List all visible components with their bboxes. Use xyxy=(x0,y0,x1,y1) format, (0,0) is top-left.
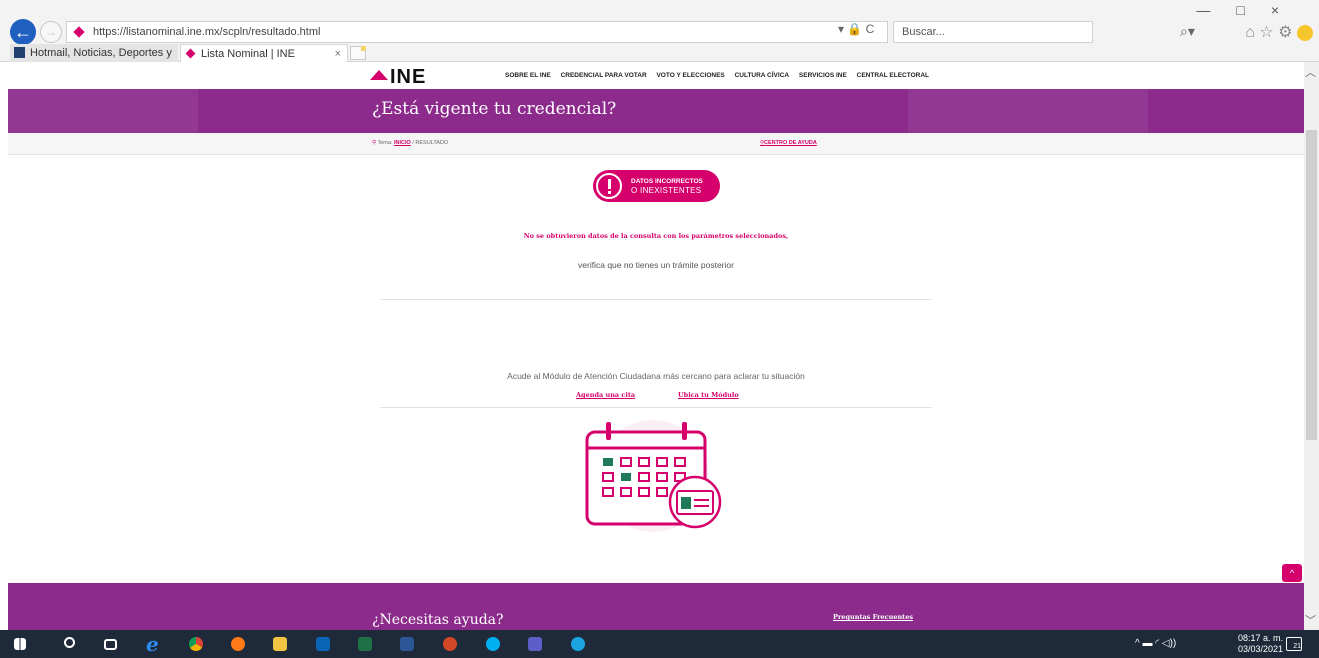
windows-start-icon[interactable] xyxy=(14,638,26,650)
tab-label: Lista Nominal | INE xyxy=(201,48,295,60)
calendar-ring xyxy=(682,422,687,440)
search-icon[interactable]: ⌕▾ xyxy=(1180,23,1195,40)
file-explorer-icon[interactable] xyxy=(273,637,287,651)
taskbar-search-icon[interactable] xyxy=(64,637,75,648)
pin-icon: ⚲ xyxy=(372,140,377,146)
footer-title: ¿Necesitas ayuda? xyxy=(372,612,504,628)
smiley-feedback-icon[interactable] xyxy=(1297,24,1313,41)
nav-credencial[interactable]: CREDENCIAL PARA VOTAR xyxy=(561,72,647,79)
error-message: No se obtuvieron datos de la consulta co… xyxy=(523,232,789,240)
word-icon[interactable] xyxy=(400,637,414,651)
breadcrumb-bar: ⚲ Tema: INICIO / RESULTADO ⚲CENTRO DE AY… xyxy=(8,133,1304,155)
address-tools[interactable]: ▾ 🔒 C xyxy=(838,22,874,36)
faq-link[interactable]: Preguntas Frecuentes xyxy=(833,613,913,621)
hero-banner: ¿Está vigente tu credencial? xyxy=(8,89,1304,133)
system-tray[interactable]: ^ ▬ ◜ ◁)) xyxy=(1135,638,1176,649)
close-tab-icon[interactable]: × xyxy=(335,45,341,63)
nav-central-electoral[interactable]: CENTRAL ELECTORAL xyxy=(857,72,929,79)
window-controls[interactable]: —□× xyxy=(1196,2,1305,18)
edge-icon[interactable] xyxy=(571,637,585,651)
status-line-1: DATOS INCORRECTOS xyxy=(631,178,703,185)
hero-decoration xyxy=(8,89,198,133)
excel-icon[interactable] xyxy=(358,637,372,651)
forward-button[interactable]: → xyxy=(40,21,62,43)
skype-icon[interactable] xyxy=(486,637,500,651)
scroll-up-arrow-icon[interactable]: ︿ xyxy=(1305,64,1316,80)
calendar-day-marked xyxy=(603,458,613,466)
verify-message: verifica que no tienes un trámite poster… xyxy=(578,260,734,270)
clock-date: 03/03/2021 xyxy=(1238,644,1284,654)
chrome-icon[interactable] xyxy=(189,637,203,651)
firefox-icon[interactable] xyxy=(231,637,245,651)
help-center-link[interactable]: ⚲CENTRO DE AYUDA xyxy=(760,140,817,146)
page-viewport: INE Instituto Nacional Electoral SOBRE E… xyxy=(0,62,1304,630)
calendar-day-marked xyxy=(621,473,631,481)
new-tab-button[interactable] xyxy=(350,46,366,60)
clock-time: 08:17 a. m. xyxy=(1238,633,1284,643)
breadcrumb-prefix: Tema: xyxy=(377,140,393,146)
main-nav: SOBRE EL INE CREDENCIAL PARA VOTAR VOTO … xyxy=(505,72,937,79)
module-message: Acude al Módulo de Atención Ciudadana má… xyxy=(507,371,805,381)
scroll-down-arrow-icon[interactable]: ﹀ xyxy=(1305,612,1316,628)
nav-voto-elecciones[interactable]: VOTO Y ELECCIONES xyxy=(656,72,724,79)
notification-center-button[interactable]: 21 xyxy=(1286,637,1302,651)
locate-module-link[interactable]: Ubica tu Módulo xyxy=(678,391,739,399)
exclamation-icon xyxy=(596,173,622,199)
toolbar-icons[interactable]: ⌂ ☆ ⚙ xyxy=(1245,22,1313,42)
divider xyxy=(380,407,932,408)
windows-taskbar: e ^ ▬ ◜ ◁)) 08:17 a. m. 03/03/2021 21 xyxy=(0,630,1319,658)
gear-icon[interactable]: ⚙ xyxy=(1278,24,1292,41)
powerpoint-icon[interactable] xyxy=(443,637,457,651)
address-url: https://listanominal.ine.mx/scpln/result… xyxy=(93,26,321,38)
teams-icon[interactable] xyxy=(528,637,542,651)
task-view-icon[interactable] xyxy=(104,639,117,650)
status-line-2: O INEXISTENTES xyxy=(631,186,702,195)
breadcrumb: ⚲ Tema: INICIO / RESULTADO xyxy=(372,140,448,146)
hero-decoration xyxy=(908,89,1148,133)
schedule-appointment-link[interactable]: Agenda una cita xyxy=(576,391,635,399)
address-bar[interactable]: https://listanominal.ine.mx/scpln/result… xyxy=(66,21,888,43)
home-icon[interactable]: ⌂ xyxy=(1245,24,1255,41)
browser-chrome: ← → https://listanominal.ine.mx/scpln/re… xyxy=(0,0,1319,77)
tab-hotmail[interactable]: Hotmail, Noticias, Deportes y ... xyxy=(10,44,178,77)
status-badge: DATOS INCORRECTOS O INEXISTENTES xyxy=(593,170,720,202)
back-button[interactable]: ← xyxy=(10,19,36,45)
calendar-ring xyxy=(606,422,611,440)
nav-servicios-ine[interactable]: SERVICIOS INE xyxy=(799,72,847,79)
breadcrumb-home-link[interactable]: INICIO xyxy=(394,140,411,146)
clock[interactable]: 08:17 a. m. 03/03/2021 xyxy=(1238,633,1283,655)
divider xyxy=(380,299,932,300)
nav-cultura-civica[interactable]: CULTURA CÍVICA xyxy=(735,72,790,79)
calendar-icon xyxy=(585,420,722,532)
scroll-to-top-button[interactable]: ^ xyxy=(1282,564,1302,582)
help-center-label: CENTRO DE AYUDA xyxy=(764,140,817,146)
favorites-star-icon[interactable]: ☆ xyxy=(1259,24,1273,41)
scrollbar-thumb[interactable] xyxy=(1306,130,1317,440)
msn-favicon-icon xyxy=(14,47,25,58)
id-card-photo xyxy=(681,497,691,509)
nav-sobre-el-ine[interactable]: SOBRE EL INE xyxy=(505,72,551,79)
ine-logo-mark-icon xyxy=(370,70,388,80)
site-favicon-icon xyxy=(73,26,85,38)
outlook-icon[interactable] xyxy=(316,637,330,651)
ine-favicon-icon xyxy=(185,48,196,59)
logo-text: INE xyxy=(390,66,427,88)
breadcrumb-current: / RESULTADO xyxy=(412,140,449,146)
tab-lista-nominal[interactable]: Lista Nominal | INE × xyxy=(180,44,348,62)
internet-explorer-icon[interactable]: e xyxy=(146,632,164,656)
ine-logo[interactable]: INE Instituto Nacional Electoral xyxy=(370,66,427,93)
help-footer: ¿Necesitas ayuda? Preguntas Frecuentes xyxy=(8,583,1304,630)
page-title: ¿Está vigente tu credencial? xyxy=(372,99,617,119)
search-input[interactable]: Buscar... xyxy=(893,21,1093,43)
